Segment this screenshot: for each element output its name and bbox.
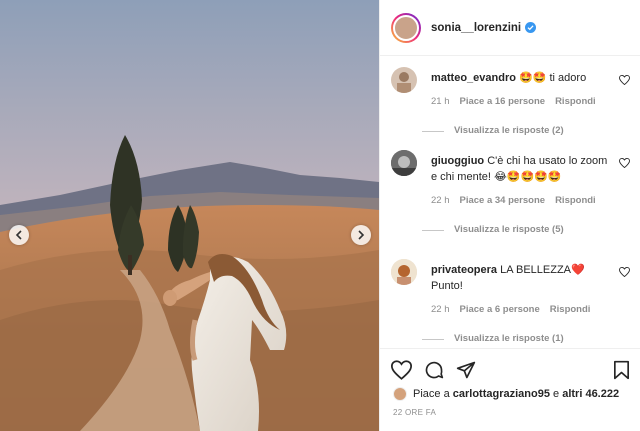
chevron-right-icon [358, 230, 365, 240]
post-header: sonia__lorenzini [380, 0, 640, 56]
comment-like-heart-icon[interactable] [619, 267, 630, 277]
comment-username[interactable]: giuoggiuo [431, 155, 484, 167]
chevron-left-icon [15, 230, 22, 240]
likes-prefix: Piace a [413, 388, 450, 400]
view-replies-button[interactable]: Visualizza le risposte (1) [422, 331, 608, 347]
post-photo[interactable] [0, 0, 379, 431]
view-replies-button[interactable]: Visualizza le risposte (5) [422, 222, 608, 238]
comment-username[interactable]: matteo_evandro [431, 72, 516, 84]
view-replies-label: Visualizza le risposte (1) [454, 333, 564, 344]
reply-button[interactable]: Rispondi [550, 302, 591, 318]
post-image [0, 0, 379, 431]
comment-username[interactable]: privateopera [431, 264, 497, 276]
post-time-ago[interactable]: 22 ORE FA [393, 408, 436, 417]
view-replies-label: Visualizza le risposte (2) [454, 125, 564, 136]
verified-badge-icon [525, 22, 537, 33]
prev-image-button[interactable] [9, 225, 29, 245]
comment-text: 🤩🤩 ti adoro [519, 72, 587, 84]
view-replies-label: Visualizza le risposte (5) [454, 224, 564, 235]
commenter-avatar[interactable] [391, 259, 417, 285]
likes-mid: e [553, 388, 560, 400]
comment-likes[interactable]: Piace a 16 persone [460, 94, 546, 110]
reply-button[interactable]: Rispondi [555, 94, 596, 110]
likes-summary[interactable]: Piace a carlottagraziano95 e altri 46.22… [393, 387, 619, 401]
next-image-button[interactable] [351, 225, 371, 245]
likes-others[interactable]: altri 46.222 [562, 388, 619, 400]
likes-user[interactable]: carlottagraziano95 [453, 388, 550, 400]
commenter-avatar[interactable] [391, 67, 417, 93]
comment-time[interactable]: 21 h [431, 94, 450, 110]
heart-icon[interactable] [391, 360, 412, 380]
comment-like-heart-icon[interactable] [619, 75, 630, 85]
comment-bubble-icon[interactable] [424, 360, 444, 380]
comment-likes[interactable]: Piace a 34 persone [460, 193, 546, 209]
liker-avatar [393, 387, 407, 401]
paper-plane-icon[interactable] [456, 360, 476, 380]
view-replies-button[interactable]: Visualizza le risposte (2) [422, 123, 608, 139]
comments-list: matteo_evandro 🤩🤩 ti adoro 21 h Piace a … [380, 56, 640, 348]
commenter-avatar[interactable] [391, 150, 417, 176]
comment-time[interactable]: 22 h [431, 302, 450, 318]
post-actions: Piace a carlottagraziano95 e altri 46.22… [380, 348, 640, 431]
comment-time[interactable]: 22 h [431, 193, 450, 209]
comment-likes[interactable]: Piace a 6 persone [460, 302, 540, 318]
post-side-panel: sonia__lorenzini matteo_evandro 🤩🤩 ti ad… [379, 0, 640, 431]
reply-button[interactable]: Rispondi [555, 193, 596, 209]
author-avatar[interactable] [391, 12, 421, 43]
author-username[interactable]: sonia__lorenzini [431, 22, 521, 34]
comment-like-heart-icon[interactable] [619, 158, 630, 168]
bookmark-icon[interactable] [613, 360, 630, 380]
